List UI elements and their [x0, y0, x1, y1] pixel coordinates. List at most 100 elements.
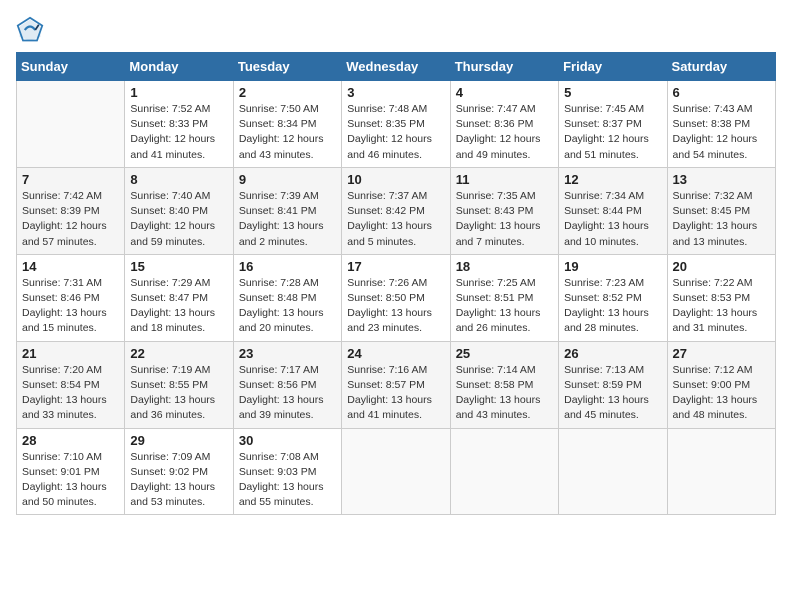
- calendar-cell: 25 Sunrise: 7:14 AMSunset: 8:58 PMDayligh…: [450, 341, 558, 428]
- day-info: Sunrise: 7:40 AMSunset: 8:40 PMDaylight:…: [130, 189, 227, 250]
- logo: [16, 16, 48, 44]
- calendar-cell: 16 Sunrise: 7:28 AMSunset: 8:48 PMDayligh…: [233, 254, 341, 341]
- calendar-cell: 1 Sunrise: 7:52 AMSunset: 8:33 PMDaylight…: [125, 81, 233, 168]
- calendar-cell: [667, 428, 775, 515]
- day-number: 22: [130, 346, 227, 361]
- day-info: Sunrise: 7:48 AMSunset: 8:35 PMDaylight:…: [347, 102, 444, 163]
- weekday-header-friday: Friday: [559, 53, 667, 81]
- weekday-row: SundayMondayTuesdayWednesdayThursdayFrid…: [17, 53, 776, 81]
- day-info: Sunrise: 7:20 AMSunset: 8:54 PMDaylight:…: [22, 363, 119, 424]
- calendar-header: SundayMondayTuesdayWednesdayThursdayFrid…: [17, 53, 776, 81]
- calendar-cell: 9Sunrise: 7:39 AMSunset: 8:41 PMDaylight…: [233, 167, 341, 254]
- calendar-cell: 17Sunrise: 7:26 AMSunset: 8:50 PMDayligh…: [342, 254, 450, 341]
- calendar-cell: 18Sunrise: 7:25 AMSunset: 8:51 PMDayligh…: [450, 254, 558, 341]
- calendar-cell: 11 Sunrise: 7:35 AMSunset: 8:43 PMDayligh…: [450, 167, 558, 254]
- calendar-cell: 22 Sunrise: 7:19 AMSunset: 8:55 PMDayligh…: [125, 341, 233, 428]
- day-number: 12: [564, 172, 661, 187]
- weekday-header-tuesday: Tuesday: [233, 53, 341, 81]
- day-number: 26: [564, 346, 661, 361]
- day-number: 17: [347, 259, 444, 274]
- day-number: 21: [22, 346, 119, 361]
- day-info: Sunrise: 7:35 AMSunset: 8:43 PMDaylight:…: [456, 189, 553, 250]
- day-number: 27: [673, 346, 770, 361]
- day-number: 23: [239, 346, 336, 361]
- day-info: Sunrise: 7:17 AMSunset: 8:56 PMDaylight:…: [239, 363, 336, 424]
- day-info: Sunrise: 7:37 AMSunset: 8:42 PMDaylight:…: [347, 189, 444, 250]
- week-row-4: 21 Sunrise: 7:20 AMSunset: 8:54 PMDayligh…: [17, 341, 776, 428]
- day-info: Sunrise: 7:52 AMSunset: 8:33 PMDaylight:…: [130, 102, 227, 163]
- day-number: 5: [564, 85, 661, 100]
- calendar-cell: 2 Sunrise: 7:50 AMSunset: 8:34 PMDaylight…: [233, 81, 341, 168]
- logo-icon: [16, 16, 44, 44]
- calendar-table: SundayMondayTuesdayWednesdayThursdayFrid…: [16, 52, 776, 515]
- calendar-cell: 30 Sunrise: 7:08 AMSunset: 9:03 PMDayligh…: [233, 428, 341, 515]
- day-number: 19: [564, 259, 661, 274]
- day-number: 3: [347, 85, 444, 100]
- calendar-cell: 24Sunrise: 7:16 AMSunset: 8:57 PMDayligh…: [342, 341, 450, 428]
- calendar-cell: 19 Sunrise: 7:23 AMSunset: 8:52 PMDayligh…: [559, 254, 667, 341]
- day-info: Sunrise: 7:28 AMSunset: 8:48 PMDaylight:…: [239, 276, 336, 337]
- week-row-2: 7Sunrise: 7:42 AMSunset: 8:39 PMDaylight…: [17, 167, 776, 254]
- weekday-header-thursday: Thursday: [450, 53, 558, 81]
- day-info: Sunrise: 7:08 AMSunset: 9:03 PMDaylight:…: [239, 450, 336, 511]
- calendar-cell: 12 Sunrise: 7:34 AMSunset: 8:44 PMDayligh…: [559, 167, 667, 254]
- day-info: Sunrise: 7:16 AMSunset: 8:57 PMDaylight:…: [347, 363, 444, 424]
- day-info: Sunrise: 7:42 AMSunset: 8:39 PMDaylight:…: [22, 189, 119, 250]
- calendar-cell: 26 Sunrise: 7:13 AMSunset: 8:59 PMDayligh…: [559, 341, 667, 428]
- day-number: 11: [456, 172, 553, 187]
- day-number: 1: [130, 85, 227, 100]
- day-info: Sunrise: 7:23 AMSunset: 8:52 PMDaylight:…: [564, 276, 661, 337]
- day-info: Sunrise: 7:19 AMSunset: 8:55 PMDaylight:…: [130, 363, 227, 424]
- page-header: [16, 16, 776, 44]
- day-number: 10: [347, 172, 444, 187]
- weekday-header-saturday: Saturday: [667, 53, 775, 81]
- week-row-5: 28Sunrise: 7:10 AMSunset: 9:01 PMDayligh…: [17, 428, 776, 515]
- day-number: 20: [673, 259, 770, 274]
- day-info: Sunrise: 7:34 AMSunset: 8:44 PMDaylight:…: [564, 189, 661, 250]
- calendar-cell: 6Sunrise: 7:43 AMSunset: 8:38 PMDaylight…: [667, 81, 775, 168]
- day-info: Sunrise: 7:22 AMSunset: 8:53 PMDaylight:…: [673, 276, 770, 337]
- day-number: 13: [673, 172, 770, 187]
- calendar-cell: [342, 428, 450, 515]
- day-number: 15: [130, 259, 227, 274]
- calendar-cell: 28Sunrise: 7:10 AMSunset: 9:01 PMDayligh…: [17, 428, 125, 515]
- day-info: Sunrise: 7:14 AMSunset: 8:58 PMDaylight:…: [456, 363, 553, 424]
- day-info: Sunrise: 7:32 AMSunset: 8:45 PMDaylight:…: [673, 189, 770, 250]
- day-info: Sunrise: 7:09 AMSunset: 9:02 PMDaylight:…: [130, 450, 227, 511]
- day-info: Sunrise: 7:31 AMSunset: 8:46 PMDaylight:…: [22, 276, 119, 337]
- week-row-3: 14 Sunrise: 7:31 AMSunset: 8:46 PMDayligh…: [17, 254, 776, 341]
- calendar-cell: 23 Sunrise: 7:17 AMSunset: 8:56 PMDayligh…: [233, 341, 341, 428]
- calendar-cell: 3 Sunrise: 7:48 AMSunset: 8:35 PMDaylight…: [342, 81, 450, 168]
- day-number: 30: [239, 433, 336, 448]
- day-number: 29: [130, 433, 227, 448]
- day-number: 9: [239, 172, 336, 187]
- calendar-cell: 4Sunrise: 7:47 AMSunset: 8:36 PMDaylight…: [450, 81, 558, 168]
- calendar-cell: 27Sunrise: 7:12 AMSunset: 9:00 PMDayligh…: [667, 341, 775, 428]
- day-info: Sunrise: 7:47 AMSunset: 8:36 PMDaylight:…: [456, 102, 553, 163]
- calendar-cell: 5 Sunrise: 7:45 AMSunset: 8:37 PMDaylight…: [559, 81, 667, 168]
- weekday-header-monday: Monday: [125, 53, 233, 81]
- calendar-body: 1 Sunrise: 7:52 AMSunset: 8:33 PMDaylight…: [17, 81, 776, 515]
- day-info: Sunrise: 7:10 AMSunset: 9:01 PMDaylight:…: [22, 450, 119, 511]
- day-info: Sunrise: 7:50 AMSunset: 8:34 PMDaylight:…: [239, 102, 336, 163]
- day-number: 16: [239, 259, 336, 274]
- day-info: Sunrise: 7:45 AMSunset: 8:37 PMDaylight:…: [564, 102, 661, 163]
- calendar-cell: 20 Sunrise: 7:22 AMSunset: 8:53 PMDayligh…: [667, 254, 775, 341]
- day-number: 8: [130, 172, 227, 187]
- week-row-1: 1 Sunrise: 7:52 AMSunset: 8:33 PMDaylight…: [17, 81, 776, 168]
- day-number: 25: [456, 346, 553, 361]
- calendar-cell: 21 Sunrise: 7:20 AMSunset: 8:54 PMDayligh…: [17, 341, 125, 428]
- calendar-cell: 7Sunrise: 7:42 AMSunset: 8:39 PMDaylight…: [17, 167, 125, 254]
- calendar-cell: 13 Sunrise: 7:32 AMSunset: 8:45 PMDayligh…: [667, 167, 775, 254]
- day-info: Sunrise: 7:29 AMSunset: 8:47 PMDaylight:…: [130, 276, 227, 337]
- calendar-cell: 15 Sunrise: 7:29 AMSunset: 8:47 PMDayligh…: [125, 254, 233, 341]
- weekday-header-wednesday: Wednesday: [342, 53, 450, 81]
- calendar-cell: 10 Sunrise: 7:37 AMSunset: 8:42 PMDayligh…: [342, 167, 450, 254]
- weekday-header-sunday: Sunday: [17, 53, 125, 81]
- day-number: 6: [673, 85, 770, 100]
- day-number: 14: [22, 259, 119, 274]
- day-info: Sunrise: 7:13 AMSunset: 8:59 PMDaylight:…: [564, 363, 661, 424]
- day-number: 2: [239, 85, 336, 100]
- calendar-cell: 29 Sunrise: 7:09 AMSunset: 9:02 PMDayligh…: [125, 428, 233, 515]
- calendar-cell: [17, 81, 125, 168]
